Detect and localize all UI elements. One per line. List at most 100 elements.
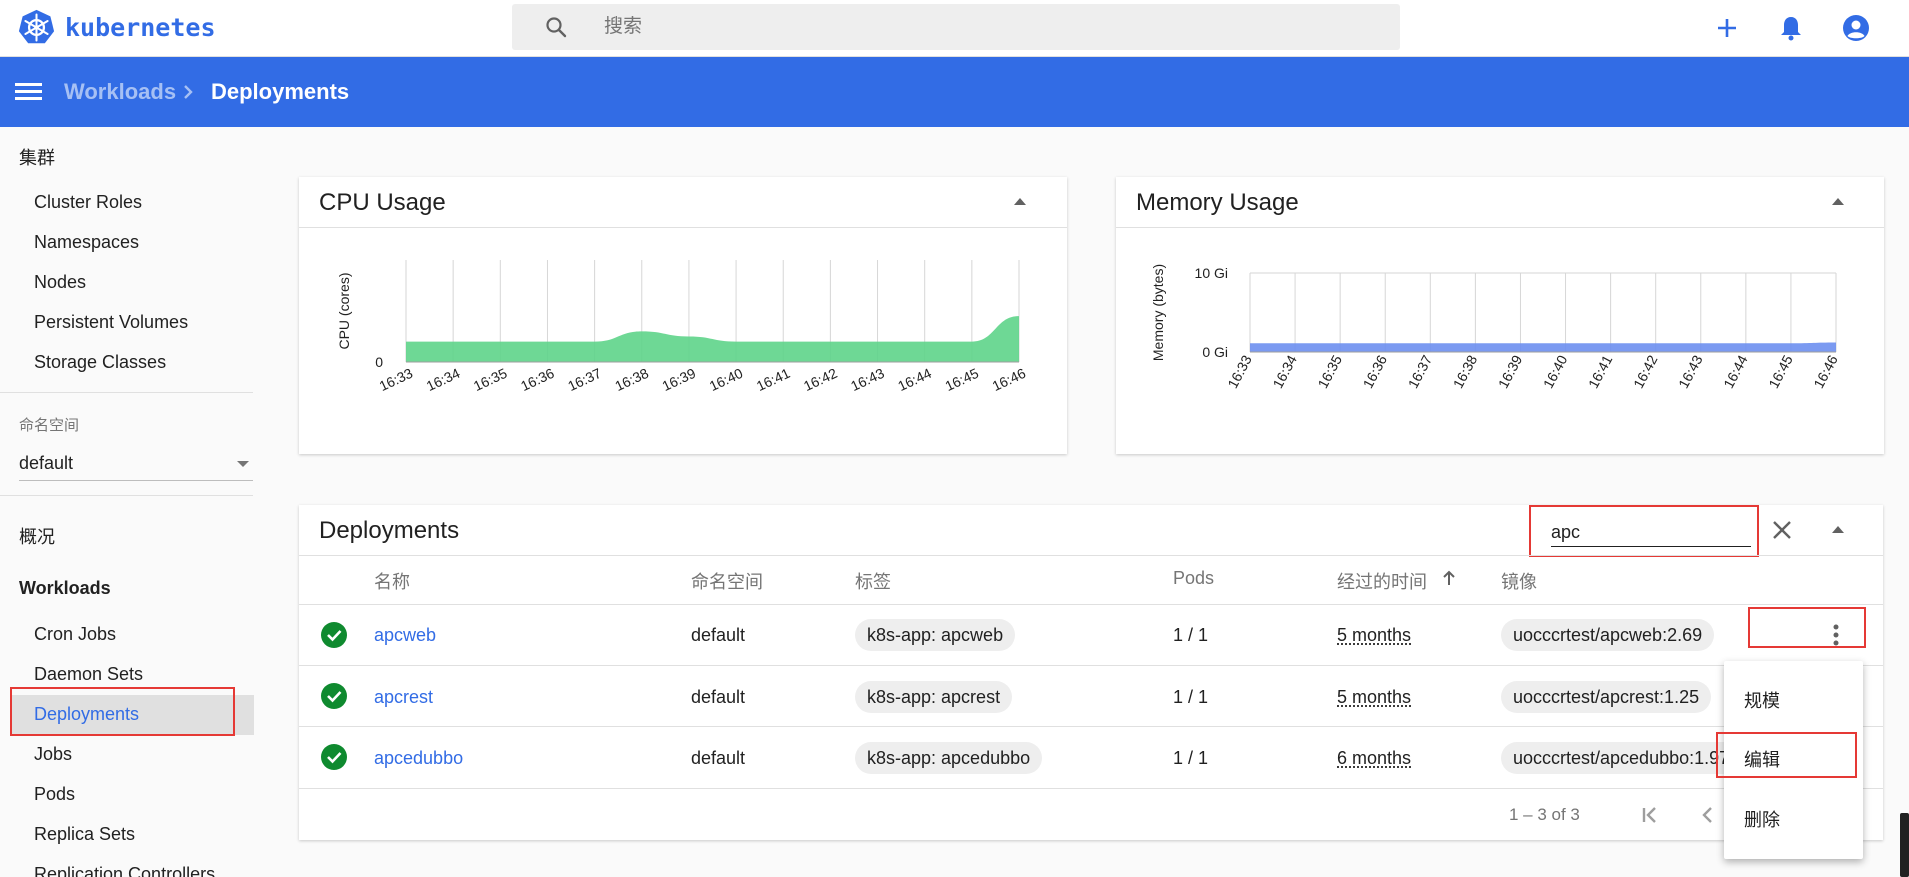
column-header-name[interactable]: 名称 <box>374 568 410 594</box>
memory-usage-chart: 16:33 16:34 16:35 16:36 16:37 16:38 16:39 16:40… <box>1150 264 1841 391</box>
x-tick-label: 16:39 <box>1495 352 1526 391</box>
collapse-arrow-icon[interactable] <box>1832 198 1844 205</box>
x-tick-label: 16:42 <box>1630 352 1661 391</box>
search-input[interactable] <box>604 4 1364 50</box>
edit-highlight-box <box>1716 732 1857 778</box>
x-tick-label: 16:33 <box>1224 352 1255 391</box>
x-tick-label: 16:37 <box>565 365 604 394</box>
sidebar-item-persistent-volumes[interactable]: Persistent Volumes <box>34 312 188 333</box>
filter-highlight-box <box>1529 505 1759 557</box>
x-tick-label: 16:45 <box>942 365 981 394</box>
x-tick-label: 16:44 <box>895 365 934 394</box>
image-chip: uocccrtest/apcedubbo:1.97 <box>1501 742 1742 774</box>
image-chip: uocccrtest/apcweb:2.69 <box>1501 619 1715 651</box>
x-tick-label: 16:46 <box>1810 352 1841 391</box>
sidebar-item-namespaces[interactable]: Namespaces <box>34 232 139 253</box>
deployment-age: 5 months <box>1337 625 1412 645</box>
more-vert-icon[interactable] <box>1832 624 1840 646</box>
logo[interactable]: kubernetes <box>18 9 216 46</box>
sidebar-item-pods[interactable]: Pods <box>34 784 75 805</box>
x-tick-label: 16:36 <box>1360 352 1391 391</box>
sidebar-divider <box>0 392 253 393</box>
bell-icon <box>1781 17 1801 41</box>
label-chip: k8s-app: apcweb <box>855 619 1016 651</box>
deployment-name-link[interactable]: apcweb <box>374 625 436 646</box>
sidebar-item-cron-jobs[interactable]: Cron Jobs <box>34 624 116 645</box>
x-tick-label: 16:34 <box>424 365 463 394</box>
sidebar-header-cluster: 集群 <box>19 148 55 168</box>
plus-icon <box>1718 19 1736 37</box>
collapse-arrow-icon[interactable] <box>1014 198 1026 205</box>
cpu-card-title: CPU Usage <box>319 189 446 216</box>
x-tick-label: 16:44 <box>1720 352 1751 391</box>
namespace-label: 命名空间 <box>19 417 80 434</box>
cpu-usage-card: CPU Usage 16:33 16:34 16:35 16:36 16:37 16:38… <box>299 177 1067 454</box>
app-title: kubernetes <box>65 13 216 42</box>
x-tick-label: 16:40 <box>707 365 746 394</box>
sidebar-item-replication-controllers[interactable]: Replication Controllers <box>34 864 215 877</box>
sidebar-item-storage-classes[interactable]: Storage Classes <box>34 352 166 373</box>
sidebar-header-workloads[interactable]: Workloads <box>19 578 111 599</box>
series-area <box>1250 342 1836 352</box>
x-tick-label: 16:46 <box>990 365 1029 394</box>
x-tick-label: 16:35 <box>1314 352 1345 391</box>
sidebar-item-cluster-roles[interactable]: Cluster Roles <box>34 192 142 213</box>
notifications-button[interactable] <box>1775 12 1807 44</box>
scrollbar-thumb[interactable] <box>1900 813 1909 877</box>
status-ok-icon <box>321 744 347 770</box>
sidebar-item-deployments[interactable]: Deployments <box>34 704 139 725</box>
table-row-divider <box>299 788 1883 789</box>
collapse-arrow-icon[interactable] <box>1832 526 1844 533</box>
table-row-divider <box>299 665 1883 666</box>
column-header-labels: 标签 <box>855 572 891 592</box>
menu-item-delete[interactable]: 删除 <box>1744 806 1780 832</box>
series-area <box>406 316 1019 362</box>
memory-usage-card: Memory Usage 16:33 16:34 16:35 16:36 16:37 16… <box>1116 177 1884 454</box>
y-tick-label: 10 Gi <box>1195 265 1228 281</box>
previous-page-icon[interactable] <box>1696 803 1720 827</box>
sidebar-item-replica-sets[interactable]: Replica Sets <box>34 824 135 845</box>
create-button[interactable] <box>1711 12 1743 44</box>
search-bar[interactable] <box>512 4 1400 50</box>
user-account-button[interactable] <box>1840 12 1872 44</box>
filter-input[interactable] <box>1551 519 1751 547</box>
x-tick-label: 16:35 <box>471 365 510 394</box>
column-header-age[interactable]: 经过的时间 <box>1337 568 1427 594</box>
menu-icon[interactable] <box>15 79 42 103</box>
namespace-select[interactable]: default <box>19 447 253 481</box>
x-tick-label: 16:34 <box>1269 352 1300 391</box>
x-tick-label: 16:41 <box>754 365 793 394</box>
sidebar-item-daemon-sets[interactable]: Daemon Sets <box>34 664 143 685</box>
sidebar-item-jobs[interactable]: Jobs <box>34 744 72 765</box>
status-ok-icon <box>321 622 347 648</box>
column-header-pods: Pods <box>1173 568 1215 588</box>
deployment-name-link[interactable]: apcrest <box>374 687 433 708</box>
deployment-pods: 1 / 1 <box>1173 625 1209 645</box>
table-header-divider <box>299 555 1883 556</box>
breadcrumb-workloads[interactable]: Workloads <box>64 79 176 105</box>
deployment-pods: 1 / 1 <box>1173 748 1209 768</box>
deployment-namespace: default <box>691 687 746 707</box>
x-tick-label: 16:36 <box>518 365 557 394</box>
x-tick-label: 16:38 <box>612 365 651 394</box>
sidebar-item-nodes[interactable]: Nodes <box>34 272 86 293</box>
menu-item-scale[interactable]: 规模 <box>1744 687 1780 713</box>
sidebar-item-overview[interactable]: 概况 <box>19 523 55 549</box>
column-header-images: 镜像 <box>1501 572 1537 592</box>
pager-range: 1 – 3 of 3 <box>1509 805 1580 824</box>
close-icon[interactable] <box>1770 518 1794 542</box>
breadcrumb-current: Deployments <box>211 79 350 104</box>
namespace-value: default <box>19 453 74 473</box>
breadcrumb-toolbar: Workloads Deployments <box>0 57 1909 127</box>
y-tick-label: 0 Gi <box>1202 344 1228 360</box>
row-actions-highlight-box <box>1748 607 1866 648</box>
top-bar: kubernetes <box>0 0 1909 57</box>
label-chip: k8s-app: apcrest <box>855 681 1013 713</box>
sort-arrow-up-icon[interactable] <box>1441 569 1457 587</box>
deployment-name-link[interactable]: apcedubbo <box>374 748 463 769</box>
table-row-divider <box>299 726 1883 727</box>
first-page-icon[interactable] <box>1638 803 1662 827</box>
account-circle-icon <box>1843 15 1869 41</box>
kubernetes-logo-icon <box>18 9 55 44</box>
x-tick-label: 16:38 <box>1450 352 1481 391</box>
